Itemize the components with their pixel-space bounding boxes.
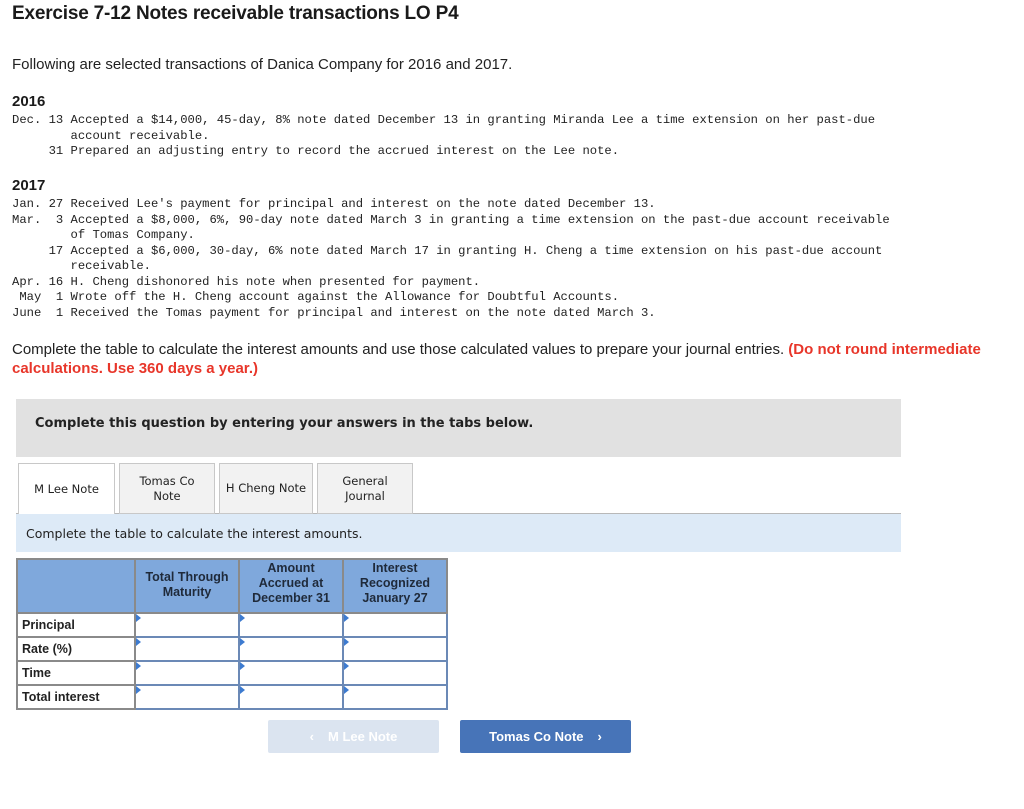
chevron-left-icon: ‹ xyxy=(309,729,314,744)
transaction-line: Apr. 16 H. Cheng dishonored his note whe… xyxy=(12,274,481,289)
time-total-input[interactable] xyxy=(134,660,240,686)
input-field[interactable] xyxy=(240,686,342,708)
input-field[interactable] xyxy=(136,638,238,660)
interest-table: Total Through Maturity Amount Accrued at… xyxy=(16,558,448,710)
principal-total-input[interactable] xyxy=(134,612,240,638)
input-field[interactable] xyxy=(344,614,446,636)
transaction-line: account receivable. xyxy=(12,128,210,143)
tab-tomas-co-note[interactable]: Tomas Co Note xyxy=(119,463,215,514)
transaction-line: 31 Prepared an adjusting entry to record… xyxy=(12,144,620,158)
intro-text: Following are selected transactions of D… xyxy=(12,56,513,73)
tab-instruction-bar: Complete the table to calculate the inte… xyxy=(16,514,901,552)
next-tab-button[interactable]: Tomas Co Note › xyxy=(460,720,631,753)
rate-accrued-input[interactable] xyxy=(238,636,344,662)
principal-recognized-input[interactable] xyxy=(342,612,448,638)
transaction-line: receivable. xyxy=(12,259,151,273)
total-interest-accrued-input[interactable] xyxy=(238,684,344,710)
prev-button-label: M Lee Note xyxy=(328,729,398,744)
tab-instruction-text: Complete the table to calculate the inte… xyxy=(26,526,363,541)
question-banner: Complete this question by entering your … xyxy=(16,399,901,457)
rate-recognized-input[interactable] xyxy=(342,636,448,662)
table-row: Rate (%) xyxy=(16,636,448,662)
tab-m-lee-note[interactable]: M Lee Note xyxy=(18,463,115,515)
row-label-principal: Principal xyxy=(16,612,136,638)
input-field[interactable] xyxy=(344,662,446,684)
instruction-main: Complete the table to calculate the inte… xyxy=(12,341,789,358)
prev-tab-button[interactable]: ‹ M Lee Note xyxy=(268,720,439,753)
table-row: Principal xyxy=(16,612,448,638)
tab-bar: M Lee Note Tomas Co Note H Cheng Note Ge… xyxy=(16,462,901,515)
transaction-line: 17 Accepted a $6,000, 30-day, 6% note da… xyxy=(12,243,883,258)
transaction-line: Mar. 3 Accepted a $8,000, 6%, 90-day not… xyxy=(12,212,890,227)
tab-general-journal[interactable]: General Journal xyxy=(317,463,413,514)
total-interest-total-input[interactable] xyxy=(134,684,240,710)
transaction-line: of Tomas Company. xyxy=(12,228,195,242)
rate-total-input[interactable] xyxy=(134,636,240,662)
row-label-total-interest: Total interest xyxy=(16,684,136,710)
principal-accrued-input[interactable] xyxy=(238,612,344,638)
header-blank xyxy=(16,558,136,614)
input-field[interactable] xyxy=(344,638,446,660)
year-heading-2017: 2017 xyxy=(12,177,46,194)
tab-label: M Lee Note xyxy=(34,481,99,496)
transaction-line: Jan. 27 Received Lee's payment for princ… xyxy=(12,197,656,211)
next-button-label: Tomas Co Note xyxy=(489,729,584,744)
transaction-line: May 1 Wrote off the H. Cheng account aga… xyxy=(12,290,620,304)
input-field[interactable] xyxy=(240,662,342,684)
table-row: Time xyxy=(16,660,448,686)
row-label-time: Time xyxy=(16,660,136,686)
header-total-through-maturity: Total Through Maturity xyxy=(134,558,240,614)
row-label-rate: Rate (%) xyxy=(16,636,136,662)
transaction-line: June 1 Received the Tomas payment for pr… xyxy=(12,305,656,320)
input-field[interactable] xyxy=(136,614,238,636)
banner-text: Complete this question by entering your … xyxy=(35,416,534,431)
transaction-line: Dec. 13 Accepted a $14,000, 45-day, 8% n… xyxy=(12,113,876,127)
input-field[interactable] xyxy=(136,662,238,684)
input-field[interactable] xyxy=(136,686,238,708)
tab-label: H Cheng Note xyxy=(225,481,307,495)
input-field[interactable] xyxy=(344,686,446,708)
instruction-text: Complete the table to calculate the inte… xyxy=(12,340,1002,378)
time-accrued-input[interactable] xyxy=(238,660,344,686)
chevron-right-icon: › xyxy=(597,729,602,744)
year-heading-2016: 2016 xyxy=(12,93,46,110)
header-amount-accrued-dec31: Amount Accrued at December 31 xyxy=(238,558,344,614)
input-field[interactable] xyxy=(240,614,342,636)
total-interest-recognized-input[interactable] xyxy=(342,684,448,710)
tab-label: General Journal xyxy=(342,473,388,503)
table-row: Total interest xyxy=(16,684,448,710)
tab-label: Tomas Co Note xyxy=(139,473,195,503)
time-recognized-input[interactable] xyxy=(342,660,448,686)
input-field[interactable] xyxy=(240,638,342,660)
tab-h-cheng-note[interactable]: H Cheng Note xyxy=(219,463,313,514)
exercise-title: Exercise 7-12 Notes receivable transacti… xyxy=(12,3,459,24)
header-interest-recognized-jan27: Interest Recognized January 27 xyxy=(342,558,448,614)
